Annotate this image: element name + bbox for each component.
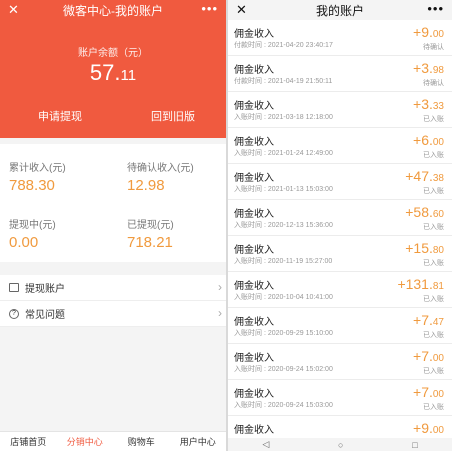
tab-user-center[interactable]: 用户中心 — [170, 432, 227, 451]
record-status: 已入账 — [423, 188, 444, 195]
pending-income-stat: 待确认收入(元) 12.98 — [127, 163, 194, 194]
close-icon[interactable]: ✕ — [236, 2, 247, 18]
title-bar: ✕ 我的账户 ••• — [228, 0, 452, 20]
record-time: 入账时间 : 2021-03-18 12:18:00 — [234, 114, 333, 121]
chevron-right-icon: › — [218, 280, 222, 294]
more-icon[interactable]: ••• — [427, 1, 444, 16]
record-time: 入账时间 : 2020-12-13 15:36:00 — [234, 222, 333, 229]
income-record-row[interactable]: 佣金收入入账时间 : 2020-11-19 15:27:00 +15.80 已入账 — [228, 236, 452, 272]
record-amount: +7.47 — [413, 312, 444, 328]
record-title: 佣金收入 — [234, 353, 274, 364]
income-record-row[interactable]: 佣金收入入账时间 : 2021-03-18 12:18:00 +3.33 已入账 — [228, 92, 452, 128]
income-record-row[interactable]: 佣金收入入账时间 : 2020-12-13 15:36:00 +58.60 已入账 — [228, 200, 452, 236]
balance-label: 账户余额（元） — [78, 48, 148, 59]
system-nav-bar: ◁ ○ □ — [228, 438, 452, 451]
record-time: 入账时间 : 2020-09-24 15:02:00 — [234, 366, 333, 373]
record-amount: +131.81 — [397, 276, 444, 292]
nav-home-icon[interactable]: ○ — [338, 440, 343, 450]
record-time: 入账时间 : 2020-09-29 15:10:00 — [234, 330, 333, 337]
record-status: 待确认 — [423, 80, 444, 87]
record-status: 已入账 — [423, 260, 444, 267]
record-status: 已入账 — [423, 116, 444, 123]
account-menu: 提现账户 › ? 常见问题 › — [0, 275, 226, 327]
bottom-tab-bar: 店铺首页 分销中心 购物车 用户中心 — [0, 431, 226, 451]
old-version-button[interactable]: 回到旧版 — [151, 108, 195, 124]
income-record-row[interactable]: 佣金收入入账时间 : 2020-09-29 15:10:00 +7.47 已入账 — [228, 308, 452, 344]
record-time: 付款时间 : 2021-04-19 21:50:11 — [234, 78, 333, 85]
withdrawing-stat: 提现中(元) 0.00 — [9, 220, 56, 251]
record-amount: +15.80 — [405, 240, 444, 256]
record-title: 佣金收入 — [234, 245, 274, 256]
income-record-row[interactable]: 佣金收入付款时间 : 2021-04-20 23:40:17 +9.00 待确认 — [228, 20, 452, 56]
record-status: 已入账 — [423, 332, 444, 339]
record-title: 佣金收入 — [234, 29, 274, 40]
question-icon: ? — [9, 308, 19, 319]
record-title: 佣金收入 — [234, 425, 274, 436]
record-amount: +58.60 — [405, 204, 444, 220]
record-title: 佣金收入 — [234, 173, 274, 184]
record-amount: +9.00 — [413, 420, 444, 436]
record-amount: +47.38 — [405, 168, 444, 184]
record-time: 入账时间 : 2021-01-24 12:49:00 — [234, 150, 333, 157]
balance-card: 账户余额（元） 57.11 申请提现 回到旧版 — [0, 20, 226, 138]
income-records-panel: ✕ 我的账户 ••• 佣金收入付款时间 : 2021-04-20 23:40:1… — [228, 0, 452, 451]
record-amount: +3.33 — [413, 96, 444, 112]
record-status: 已入账 — [423, 152, 444, 159]
income-stats: 累计收入(元) 788.30 待确认收入(元) 12.98 提现中(元) 0.0… — [0, 144, 226, 262]
record-time: 入账时间 : 2021-01-13 15:03:00 — [234, 186, 333, 193]
record-amount: +6.00 — [413, 132, 444, 148]
record-time: 付款时间 : 2021-04-20 23:40:17 — [234, 42, 333, 49]
tab-cart[interactable]: 购物车 — [113, 432, 170, 451]
tab-shop-home[interactable]: 店铺首页 — [0, 432, 57, 451]
chevron-right-icon: › — [218, 306, 222, 320]
record-status: 已入账 — [423, 368, 444, 375]
card-icon — [9, 283, 19, 292]
income-record-list: 佣金收入 付款时间 : 2021-04-20 23:40:17 +9.00 待确认 佣金… — [228, 20, 452, 451]
record-time: 入账时间 : 2020-09-24 15:03:00 — [234, 402, 333, 409]
withdraw-account-item[interactable]: 提现账户 › — [0, 275, 226, 301]
record-amount: +9.00 — [413, 24, 444, 40]
record-title: 佣金收入 — [234, 317, 274, 328]
record-time: 入账时间 : 2020-11-19 15:27:00 — [234, 258, 333, 265]
nav-recent-icon[interactable]: □ — [412, 440, 417, 450]
title-bar: ✕ 微客中心-我的账户 ••• — [0, 0, 226, 20]
record-status: 待确认 — [423, 44, 444, 51]
balance-amount: 57.11 — [89, 60, 137, 85]
income-record-row[interactable]: 佣金收入付款时间 : 2021-04-19 21:50:11 +3.98 待确认 — [228, 56, 452, 92]
income-record-row[interactable]: 佣金收入入账时间 : 2020-09-24 15:03:00 +7.00 已入账 — [228, 380, 452, 416]
record-time: 入账时间 : 2020-10-04 10:41:00 — [234, 294, 333, 301]
record-amount: +7.00 — [413, 384, 444, 400]
page-title: 微客中心-我的账户 — [63, 3, 163, 18]
page-title: 我的账户 — [315, 3, 364, 18]
account-overview-panel: ✕ 微客中心-我的账户 ••• 账户余额（元） 57.11 申请提现 回到旧版 … — [0, 0, 226, 451]
total-income-stat: 累计收入(元) 788.30 — [9, 163, 66, 194]
nav-back-icon[interactable]: ◁ — [262, 439, 269, 450]
tab-distribution-center[interactable]: 分销中心 — [57, 432, 114, 451]
back-arrow-icon[interactable]: ✕ — [8, 2, 19, 18]
income-record-row[interactable]: 佣金收入入账时间 : 2021-01-13 15:03:00 +47.38 已入账 — [228, 164, 452, 200]
faq-item[interactable]: ? 常见问题 › — [0, 301, 226, 327]
record-amount: +3.98 — [413, 60, 444, 76]
withdrawn-stat: 已提现(元) 718.21 — [127, 220, 174, 251]
record-status: 已入账 — [423, 296, 444, 303]
record-title: 佣金收入 — [234, 137, 274, 148]
record-title: 佣金收入 — [234, 281, 274, 292]
record-status: 已入账 — [423, 404, 444, 411]
income-record-row[interactable]: 佣金收入入账时间 : 2020-09-24 15:02:00 +7.00 已入账 — [228, 344, 452, 380]
record-title: 佣金收入 — [234, 101, 274, 112]
more-icon[interactable]: ••• — [201, 1, 218, 16]
income-record-row[interactable]: 佣金收入入账时间 : 2021-01-24 12:49:00 +6.00 已入账 — [228, 128, 452, 164]
withdraw-button[interactable]: 申请提现 — [38, 108, 82, 124]
record-amount: +7.00 — [413, 348, 444, 364]
record-title: 佣金收入 — [234, 65, 274, 76]
record-title: 佣金收入 — [234, 389, 274, 400]
record-status: 已入账 — [423, 224, 444, 231]
record-title: 佣金收入 — [234, 209, 274, 220]
income-record-row[interactable]: 佣金收入入账时间 : 2020-10-04 10:41:00 +131.81 已入账 — [228, 272, 452, 308]
